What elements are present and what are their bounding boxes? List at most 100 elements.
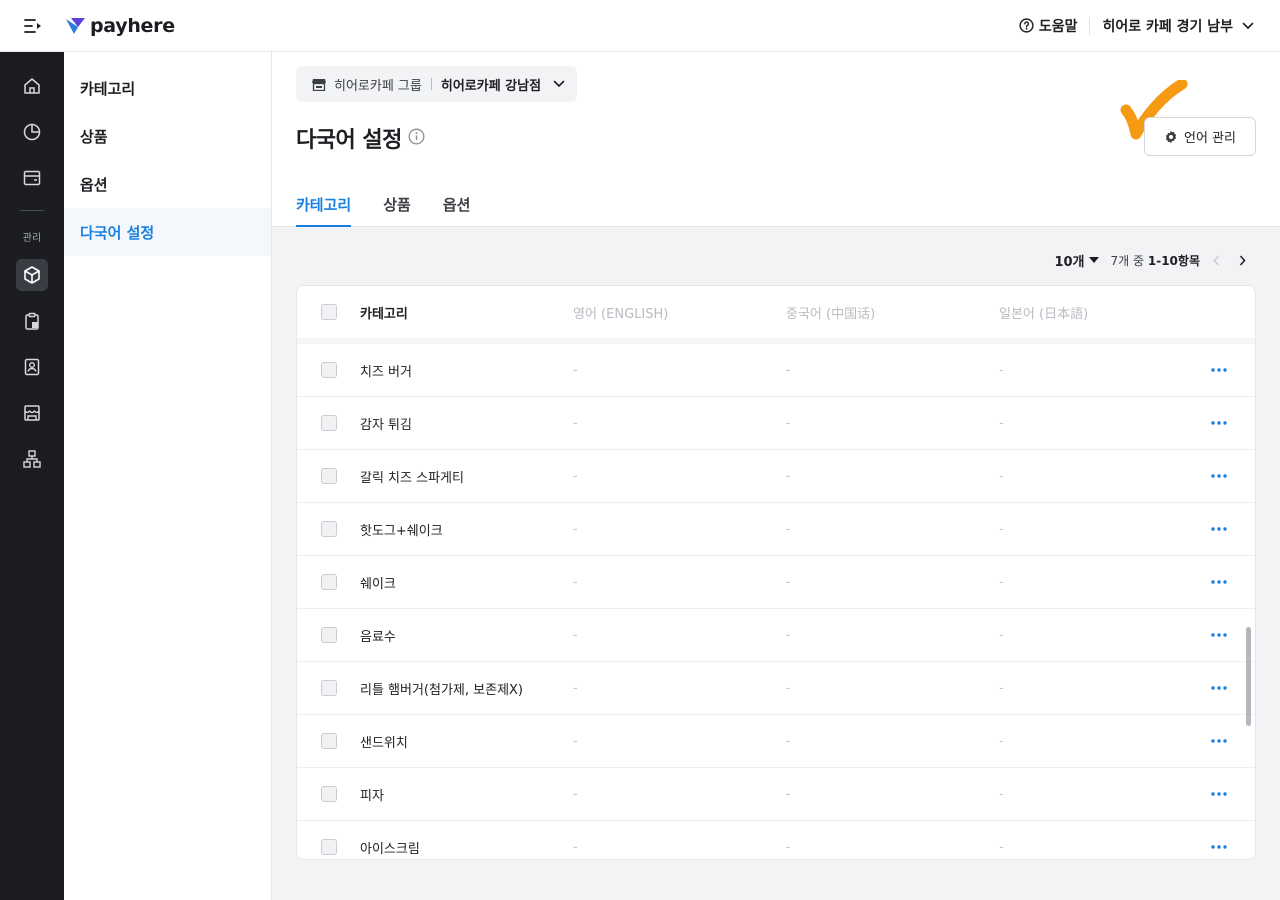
row-japanese: - — [999, 362, 1004, 378]
row-japanese: - — [999, 627, 1004, 643]
more-options-icon[interactable] — [1199, 368, 1239, 372]
product-box-icon[interactable] — [16, 259, 48, 291]
more-options-icon[interactable] — [1199, 792, 1239, 796]
row-category: 음료수 — [360, 629, 396, 645]
table-row[interactable]: 샌드위치 - - - — [297, 715, 1255, 768]
top-bar: payhere 도움말 히어로 카페 경기 남부 — [0, 0, 1280, 52]
row-chinese: - — [786, 362, 791, 378]
row-category: 리틀 햄버거(첨가제, 보존제X) — [360, 682, 524, 698]
row-japanese: - — [999, 786, 1004, 802]
range-value: 1-10항목 — [1147, 253, 1200, 268]
row-chinese: - — [786, 733, 791, 749]
more-options-icon[interactable] — [1199, 739, 1239, 743]
caret-down-icon — [1088, 257, 1099, 263]
table-header: 카테고리 영어 (ENGLISH) 중국어 (中国话) 일본어 (日本語) — [297, 286, 1255, 344]
rail-section-label: 관리 — [22, 233, 42, 244]
prev-page-button[interactable] — [1206, 250, 1226, 270]
row-checkbox[interactable] — [320, 521, 337, 537]
header-divider — [1089, 16, 1091, 35]
more-options-icon[interactable] — [1199, 686, 1239, 690]
table-row[interactable]: 감자 튀김 - - - — [297, 397, 1255, 450]
range-prefix: 7개 중 — [1110, 253, 1148, 268]
language-manage-label: 언어 관리 — [1184, 131, 1236, 146]
row-checkbox[interactable] — [320, 680, 337, 696]
help-icon — [1019, 18, 1034, 33]
table-row[interactable]: 음료수 - - - — [297, 609, 1255, 662]
tab-category[interactable]: 카테고리 — [296, 180, 352, 227]
more-options-icon[interactable] — [1199, 421, 1239, 425]
help-link[interactable]: 도움말 — [1019, 16, 1078, 36]
row-japanese: - — [999, 680, 1004, 696]
table-scrollbar[interactable] — [1246, 627, 1251, 726]
subnav-item-product[interactable]: 상품 — [64, 112, 271, 160]
row-category: 치즈 버거 — [360, 364, 412, 380]
table-row[interactable]: 치즈 버거 - - - — [297, 344, 1255, 397]
tab-option[interactable]: 옵션 — [443, 180, 471, 227]
row-english: - — [573, 786, 578, 802]
help-label: 도움말 — [1038, 18, 1078, 35]
store-branch-name: 히어로카페 강남점 — [440, 78, 542, 94]
row-category: 핫도그+쉐이크 — [360, 523, 443, 539]
row-checkbox[interactable] — [320, 839, 337, 855]
home-icon[interactable] — [16, 70, 48, 102]
more-options-icon[interactable] — [1199, 580, 1239, 584]
next-page-button[interactable] — [1232, 250, 1252, 270]
row-checkbox[interactable] — [320, 786, 337, 802]
subnav-item-multilanguage[interactable]: 다국어 설정 — [64, 208, 271, 256]
contact-card-icon[interactable] — [16, 351, 48, 383]
info-icon[interactable] — [408, 128, 425, 149]
row-checkbox[interactable] — [320, 362, 337, 378]
table-row[interactable]: 피자 - - - — [297, 768, 1255, 821]
row-category: 아이스크림 — [360, 841, 420, 857]
row-checkbox[interactable] — [320, 574, 337, 590]
store-front-icon — [312, 78, 326, 91]
row-checkbox[interactable] — [320, 627, 337, 643]
tab-product[interactable]: 상품 — [383, 180, 411, 227]
header-english: 영어 (ENGLISH) — [573, 306, 669, 322]
header-japanese: 일본어 (日本語) — [999, 306, 1089, 322]
rail-divider — [20, 210, 44, 211]
row-japanese: - — [999, 415, 1004, 431]
more-options-icon[interactable] — [1199, 474, 1239, 478]
row-japanese: - — [999, 574, 1004, 590]
more-options-icon[interactable] — [1199, 633, 1239, 637]
row-category: 샌드위치 — [360, 735, 408, 751]
chart-pie-icon[interactable] — [16, 116, 48, 148]
chevron-left-icon — [1212, 255, 1219, 265]
row-english: - — [573, 839, 578, 855]
wallet-icon[interactable] — [16, 162, 48, 194]
select-all-checkbox[interactable] — [320, 304, 337, 320]
payhere-logo[interactable]: payhere — [66, 15, 175, 37]
row-checkbox[interactable] — [320, 733, 337, 749]
more-options-icon[interactable] — [1199, 527, 1239, 531]
org-chart-icon[interactable] — [16, 443, 48, 475]
store-icon[interactable] — [16, 397, 48, 429]
store-selector[interactable]: 히어로 카페 경기 남부 — [1102, 16, 1254, 36]
row-english: - — [573, 733, 578, 749]
row-chinese: - — [786, 521, 791, 537]
icon-rail: 관리 — [0, 52, 64, 900]
pagination: 10개 7개 중 1-10항목 — [1054, 250, 1252, 270]
table-row[interactable]: 핫도그+쉐이크 - - - — [297, 503, 1255, 556]
row-checkbox[interactable] — [320, 468, 337, 484]
table-row[interactable]: 리틀 햄버거(첨가제, 보존제X) - - - — [297, 662, 1255, 715]
row-checkbox[interactable] — [320, 415, 337, 431]
row-chinese: - — [786, 415, 791, 431]
subnav-item-category[interactable]: 카테고리 — [64, 64, 271, 112]
page-size-value: 10개 — [1054, 254, 1085, 270]
more-options-icon[interactable] — [1199, 845, 1239, 849]
sub-navigation: 카테고리 상품 옵션 다국어 설정 — [64, 52, 272, 900]
menu-toggle-icon[interactable] — [22, 15, 44, 37]
row-english: - — [573, 521, 578, 537]
logo-text: payhere — [90, 14, 175, 37]
table-row[interactable]: 갈릭 치즈 스파게티 - - - — [297, 450, 1255, 503]
store-group-selector[interactable]: 히어로카페 그룹 히어로카페 강남점 — [296, 66, 578, 102]
table-row[interactable]: 쉐이크 - - - — [297, 556, 1255, 609]
clipboard-icon[interactable] — [16, 305, 48, 337]
language-manage-button[interactable]: 언어 관리 — [1144, 117, 1256, 156]
row-japanese: - — [999, 468, 1004, 484]
table-row[interactable]: 아이스크림 - - - — [297, 821, 1255, 859]
page-size-select[interactable]: 10개 — [1054, 251, 1099, 270]
tab-bar: 카테고리 상품 옵션 — [296, 180, 502, 227]
subnav-item-option[interactable]: 옵션 — [64, 160, 271, 208]
